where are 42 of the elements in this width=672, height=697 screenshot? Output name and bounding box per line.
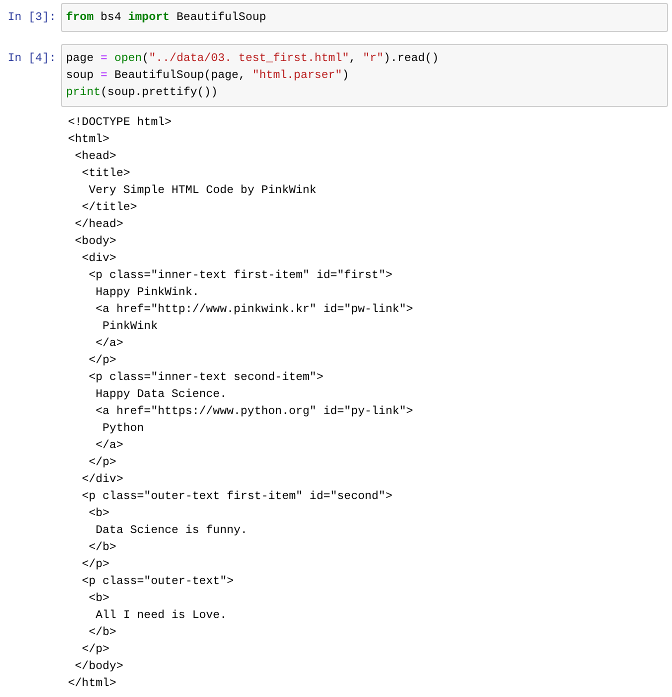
output-line: <head>: [74, 150, 116, 163]
output-line: </html>: [68, 677, 116, 690]
code-line: from bs4 import BeautifulSoup: [66, 11, 266, 24]
output-line: <b>: [88, 507, 110, 520]
output-line: </p>: [82, 558, 110, 571]
output-line: </div>: [82, 473, 124, 486]
output-line: </p>: [88, 456, 116, 469]
output-line: <!DOCTYPE html>: [68, 116, 172, 129]
output-line: <a href="https://www.python.org" id="py-link">: [96, 405, 414, 418]
output-line: Data Science is funny.: [96, 524, 248, 537]
output-line: <p class="inner-text first-item" id="first">: [88, 269, 392, 282]
output-line: <p class="inner-text second-item">: [88, 371, 324, 384]
output-line: </title>: [82, 201, 138, 214]
output-line: Python: [102, 422, 144, 435]
output-line: </b>: [88, 626, 116, 639]
output-line: <b>: [88, 592, 110, 605]
code-line: print(soup.prettify()): [66, 86, 218, 99]
output-line: <div>: [82, 252, 116, 265]
output-line: </p>: [88, 354, 116, 367]
code-line: soup = BeautifulSoup(page, "html.parser"): [66, 69, 349, 82]
output-line: <p class="outer-text first-item" id="second">: [82, 490, 392, 503]
code-cell-input[interactable]: page = open("../data/03. test_first.html", "r").read() soup = BeautifulSoup(page, "html.parser") print(soup.prettify()): [61, 44, 668, 107]
output-line: </body>: [74, 660, 124, 673]
output-line: Happy Data Science.: [96, 388, 227, 401]
output-line: Happy PinkWink.: [96, 286, 200, 299]
code-cell-input[interactable]: from bs4 import BeautifulSoup: [61, 3, 668, 32]
output-line: </a>: [96, 439, 124, 452]
cell-prompt: In [3]:: [6, 10, 57, 26]
output-line: </p>: [82, 643, 110, 656]
output-line: </a>: [96, 337, 124, 350]
output-line: Very Simple HTML Code by PinkWink: [88, 184, 316, 197]
output-line: <html>: [68, 133, 110, 146]
output-line: <body>: [74, 235, 116, 248]
code-line: page = open("../data/03. test_first.html", "r").read(): [66, 52, 439, 65]
output-line: <p class="outer-text">: [82, 575, 234, 588]
output-line: </b>: [88, 541, 116, 554]
output-line: <a href="http://www.pinkwink.kr" id="pw-link">: [96, 303, 414, 316]
output-line: All I need is Love.: [96, 609, 227, 622]
output-line: </head>: [74, 218, 124, 231]
cell-prompt: In [4]:: [6, 51, 57, 67]
output-line: <title>: [82, 167, 130, 180]
output-line: PinkWink: [102, 320, 158, 333]
